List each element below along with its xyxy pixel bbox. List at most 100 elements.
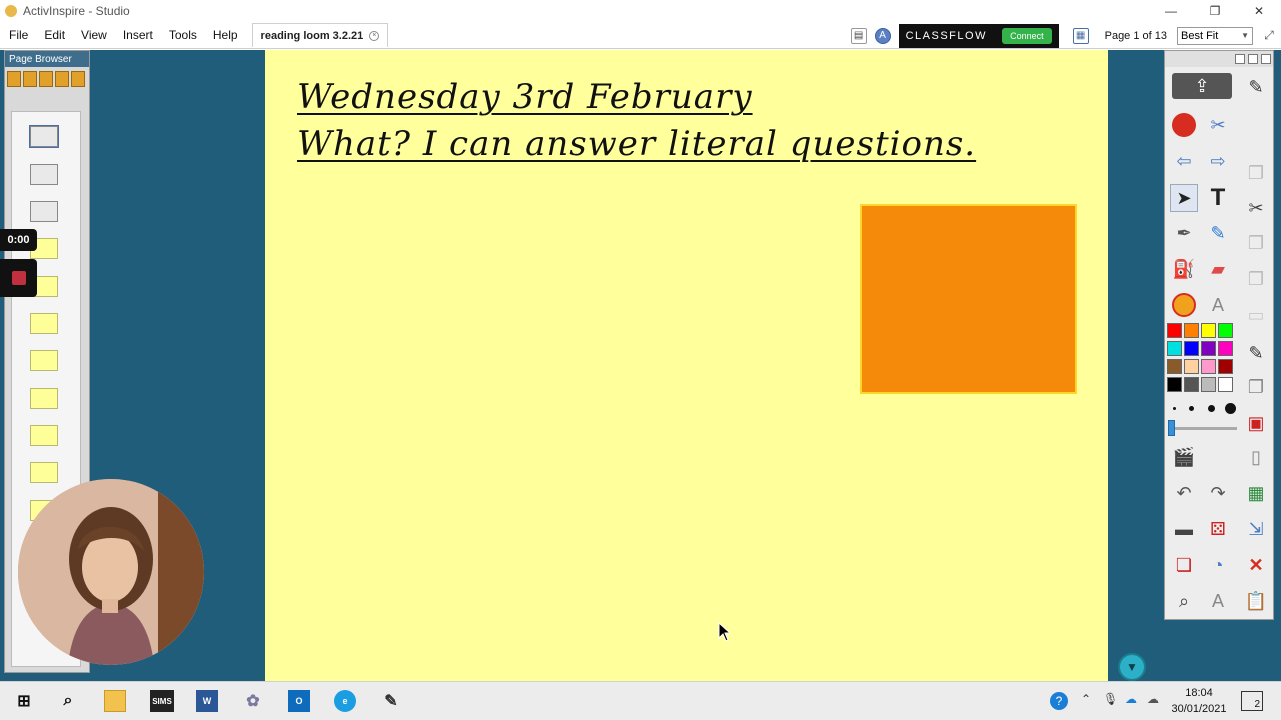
close-tab-icon[interactable]: × bbox=[369, 30, 380, 41]
object-browser-icon[interactable] bbox=[39, 71, 53, 87]
edit-mode-icon[interactable]: ✎ bbox=[1242, 339, 1270, 367]
chevron-up-icon[interactable]: ⌃ bbox=[1081, 692, 1091, 706]
color-swatch-dark-grey[interactable] bbox=[1184, 377, 1199, 392]
handwriting-icon[interactable]: A bbox=[1204, 291, 1232, 319]
menu-edit[interactable]: Edit bbox=[36, 28, 73, 42]
undo-icon[interactable]: ↶ bbox=[1170, 479, 1198, 507]
pen-size-medium-small[interactable] bbox=[1189, 406, 1194, 411]
pen-size-large[interactable] bbox=[1225, 403, 1236, 414]
outlook-icon[interactable]: O bbox=[288, 690, 310, 712]
next-page-icon[interactable]: ⇨ bbox=[1204, 147, 1232, 175]
text-icon[interactable]: T bbox=[1204, 184, 1232, 212]
share-icon[interactable]: ⇪ bbox=[1172, 73, 1232, 99]
eraser-icon[interactable]: ▰ bbox=[1204, 255, 1232, 283]
orange-rectangle-shape[interactable] bbox=[860, 204, 1077, 394]
color-swatch-peach[interactable] bbox=[1184, 359, 1199, 374]
notifications-icon[interactable]: 2 bbox=[1241, 691, 1263, 711]
menu-help[interactable]: Help bbox=[205, 28, 246, 42]
resource-icon[interactable]: A bbox=[874, 27, 891, 44]
pen-size-small[interactable] bbox=[1173, 407, 1176, 410]
connect-button[interactable]: Connect bbox=[1002, 27, 1052, 44]
menu-tools[interactable]: Tools bbox=[161, 28, 205, 42]
select-icon[interactable]: ➤ bbox=[1170, 184, 1198, 212]
color-swatch-purple[interactable] bbox=[1201, 341, 1216, 356]
stop-recording-button[interactable] bbox=[0, 259, 37, 297]
tray-toggle-icon[interactable]: ▼ bbox=[1118, 653, 1146, 681]
color-swatch-light-grey[interactable] bbox=[1201, 377, 1216, 392]
toolbox-pin-icon[interactable] bbox=[1248, 54, 1258, 64]
toolbox-dock-icon[interactable] bbox=[1235, 54, 1245, 64]
date-heading[interactable]: Wednesday 3rd February bbox=[297, 77, 753, 117]
pen-size-medium[interactable] bbox=[1208, 405, 1215, 412]
toolbox-close-icon[interactable] bbox=[1261, 54, 1271, 64]
dice-icon[interactable]: ⚄ bbox=[1204, 515, 1232, 543]
notes-browser-icon[interactable] bbox=[55, 71, 69, 87]
color-swatch-magenta[interactable] bbox=[1218, 341, 1233, 356]
pen-width-slider-track[interactable] bbox=[1170, 427, 1237, 430]
text-recognition-icon[interactable]: A bbox=[1204, 587, 1232, 615]
fill-icon[interactable]: ⛽ bbox=[1170, 255, 1198, 283]
color-swatch-white[interactable] bbox=[1218, 377, 1233, 392]
page-layout-icon[interactable]: ▤ bbox=[850, 27, 867, 44]
document-tab[interactable]: reading loom 3.2.21 × bbox=[251, 23, 389, 47]
clipboard-icon[interactable]: 📋 bbox=[1242, 587, 1270, 615]
record-icon[interactable] bbox=[1170, 111, 1198, 139]
color-swatch-black[interactable] bbox=[1167, 377, 1182, 392]
magnifier-icon[interactable]: ⌕ bbox=[1170, 587, 1198, 615]
duplicate-icon[interactable]: ❐ bbox=[1242, 159, 1270, 187]
color-swatch-green[interactable] bbox=[1218, 323, 1233, 338]
sims-icon[interactable]: SIMS bbox=[150, 690, 174, 712]
color-swatch-orange[interactable] bbox=[1184, 323, 1199, 338]
file-explorer-icon[interactable] bbox=[104, 690, 126, 712]
clock[interactable]: 18:04 30/01/2021 bbox=[1166, 685, 1232, 717]
export-icon[interactable]: ⇲ bbox=[1242, 515, 1270, 543]
image-icon[interactable]: ▦ bbox=[1072, 27, 1089, 44]
background-image-icon[interactable]: ▦ bbox=[1242, 479, 1270, 507]
activinspire-taskbar-icon[interactable]: ✎ bbox=[380, 690, 402, 712]
color-swatch-cyan[interactable] bbox=[1167, 341, 1182, 356]
highlighter-icon[interactable]: ✎ bbox=[1204, 219, 1232, 247]
save-icon[interactable]: ▣ bbox=[1242, 409, 1270, 437]
word-icon[interactable]: W bbox=[196, 690, 218, 712]
edit-profile-icon[interactable]: ✎ bbox=[1242, 73, 1270, 101]
layer-icon[interactable]: ❐ bbox=[1242, 265, 1270, 293]
learning-objective[interactable]: What? I can answer literal questions. bbox=[297, 124, 976, 164]
fullscreen-icon[interactable]: ⤢ bbox=[1259, 26, 1279, 46]
reveal-icon[interactable]: ▭ bbox=[1242, 301, 1270, 329]
previous-page-icon[interactable]: ⇦ bbox=[1170, 147, 1198, 175]
windows-start-icon[interactable]: ⊞ bbox=[13, 690, 35, 712]
menu-view[interactable]: View bbox=[73, 28, 115, 42]
edge-icon[interactable]: e bbox=[334, 690, 356, 712]
spotlight-icon[interactable]: ▬ bbox=[1170, 515, 1198, 543]
group-icon[interactable]: ❐ bbox=[1242, 229, 1270, 257]
cut-icon[interactable]: ✂ bbox=[1242, 194, 1270, 222]
shape-icon[interactable] bbox=[1170, 291, 1198, 319]
page-thumbnail[interactable] bbox=[30, 164, 58, 185]
page-thumbnail[interactable] bbox=[30, 350, 58, 371]
paint-icon[interactable]: ✿ bbox=[242, 690, 264, 712]
resource-browser-icon[interactable] bbox=[23, 71, 37, 87]
delete-icon[interactable]: ✕ bbox=[1242, 551, 1270, 579]
close-button[interactable]: ✕ bbox=[1237, 0, 1281, 22]
clone-icon[interactable]: ❐ bbox=[1242, 373, 1270, 401]
redo-icon[interactable]: ↷ bbox=[1204, 479, 1232, 507]
page-thumbnail[interactable] bbox=[30, 388, 58, 409]
color-swatch-yellow[interactable] bbox=[1201, 323, 1216, 338]
page-thumbnail[interactable] bbox=[30, 462, 58, 483]
property-browser-icon[interactable] bbox=[71, 71, 85, 87]
cloud-icon[interactable]: ☁ bbox=[1147, 692, 1159, 706]
page-browser-icon[interactable] bbox=[7, 71, 21, 87]
clapperboard-icon[interactable]: 🎬 bbox=[1170, 443, 1198, 471]
tools-icon[interactable]: ✂ bbox=[1204, 111, 1232, 139]
restore-button[interactable]: ❐ bbox=[1193, 0, 1237, 22]
color-swatch-red[interactable] bbox=[1167, 323, 1182, 338]
page-icon[interactable]: ▯ bbox=[1242, 443, 1270, 471]
search-icon[interactable]: ⌕ bbox=[57, 690, 79, 712]
page-thumbnail[interactable] bbox=[29, 125, 59, 148]
onedrive-icon[interactable]: ☁ bbox=[1125, 692, 1137, 706]
protractor-icon[interactable]: ◔ bbox=[1204, 551, 1232, 579]
menu-file[interactable]: File bbox=[0, 28, 36, 42]
minimize-button[interactable]: — bbox=[1149, 0, 1193, 22]
help-icon[interactable]: ? bbox=[1050, 692, 1068, 710]
page-thumbnail[interactable] bbox=[30, 313, 58, 334]
